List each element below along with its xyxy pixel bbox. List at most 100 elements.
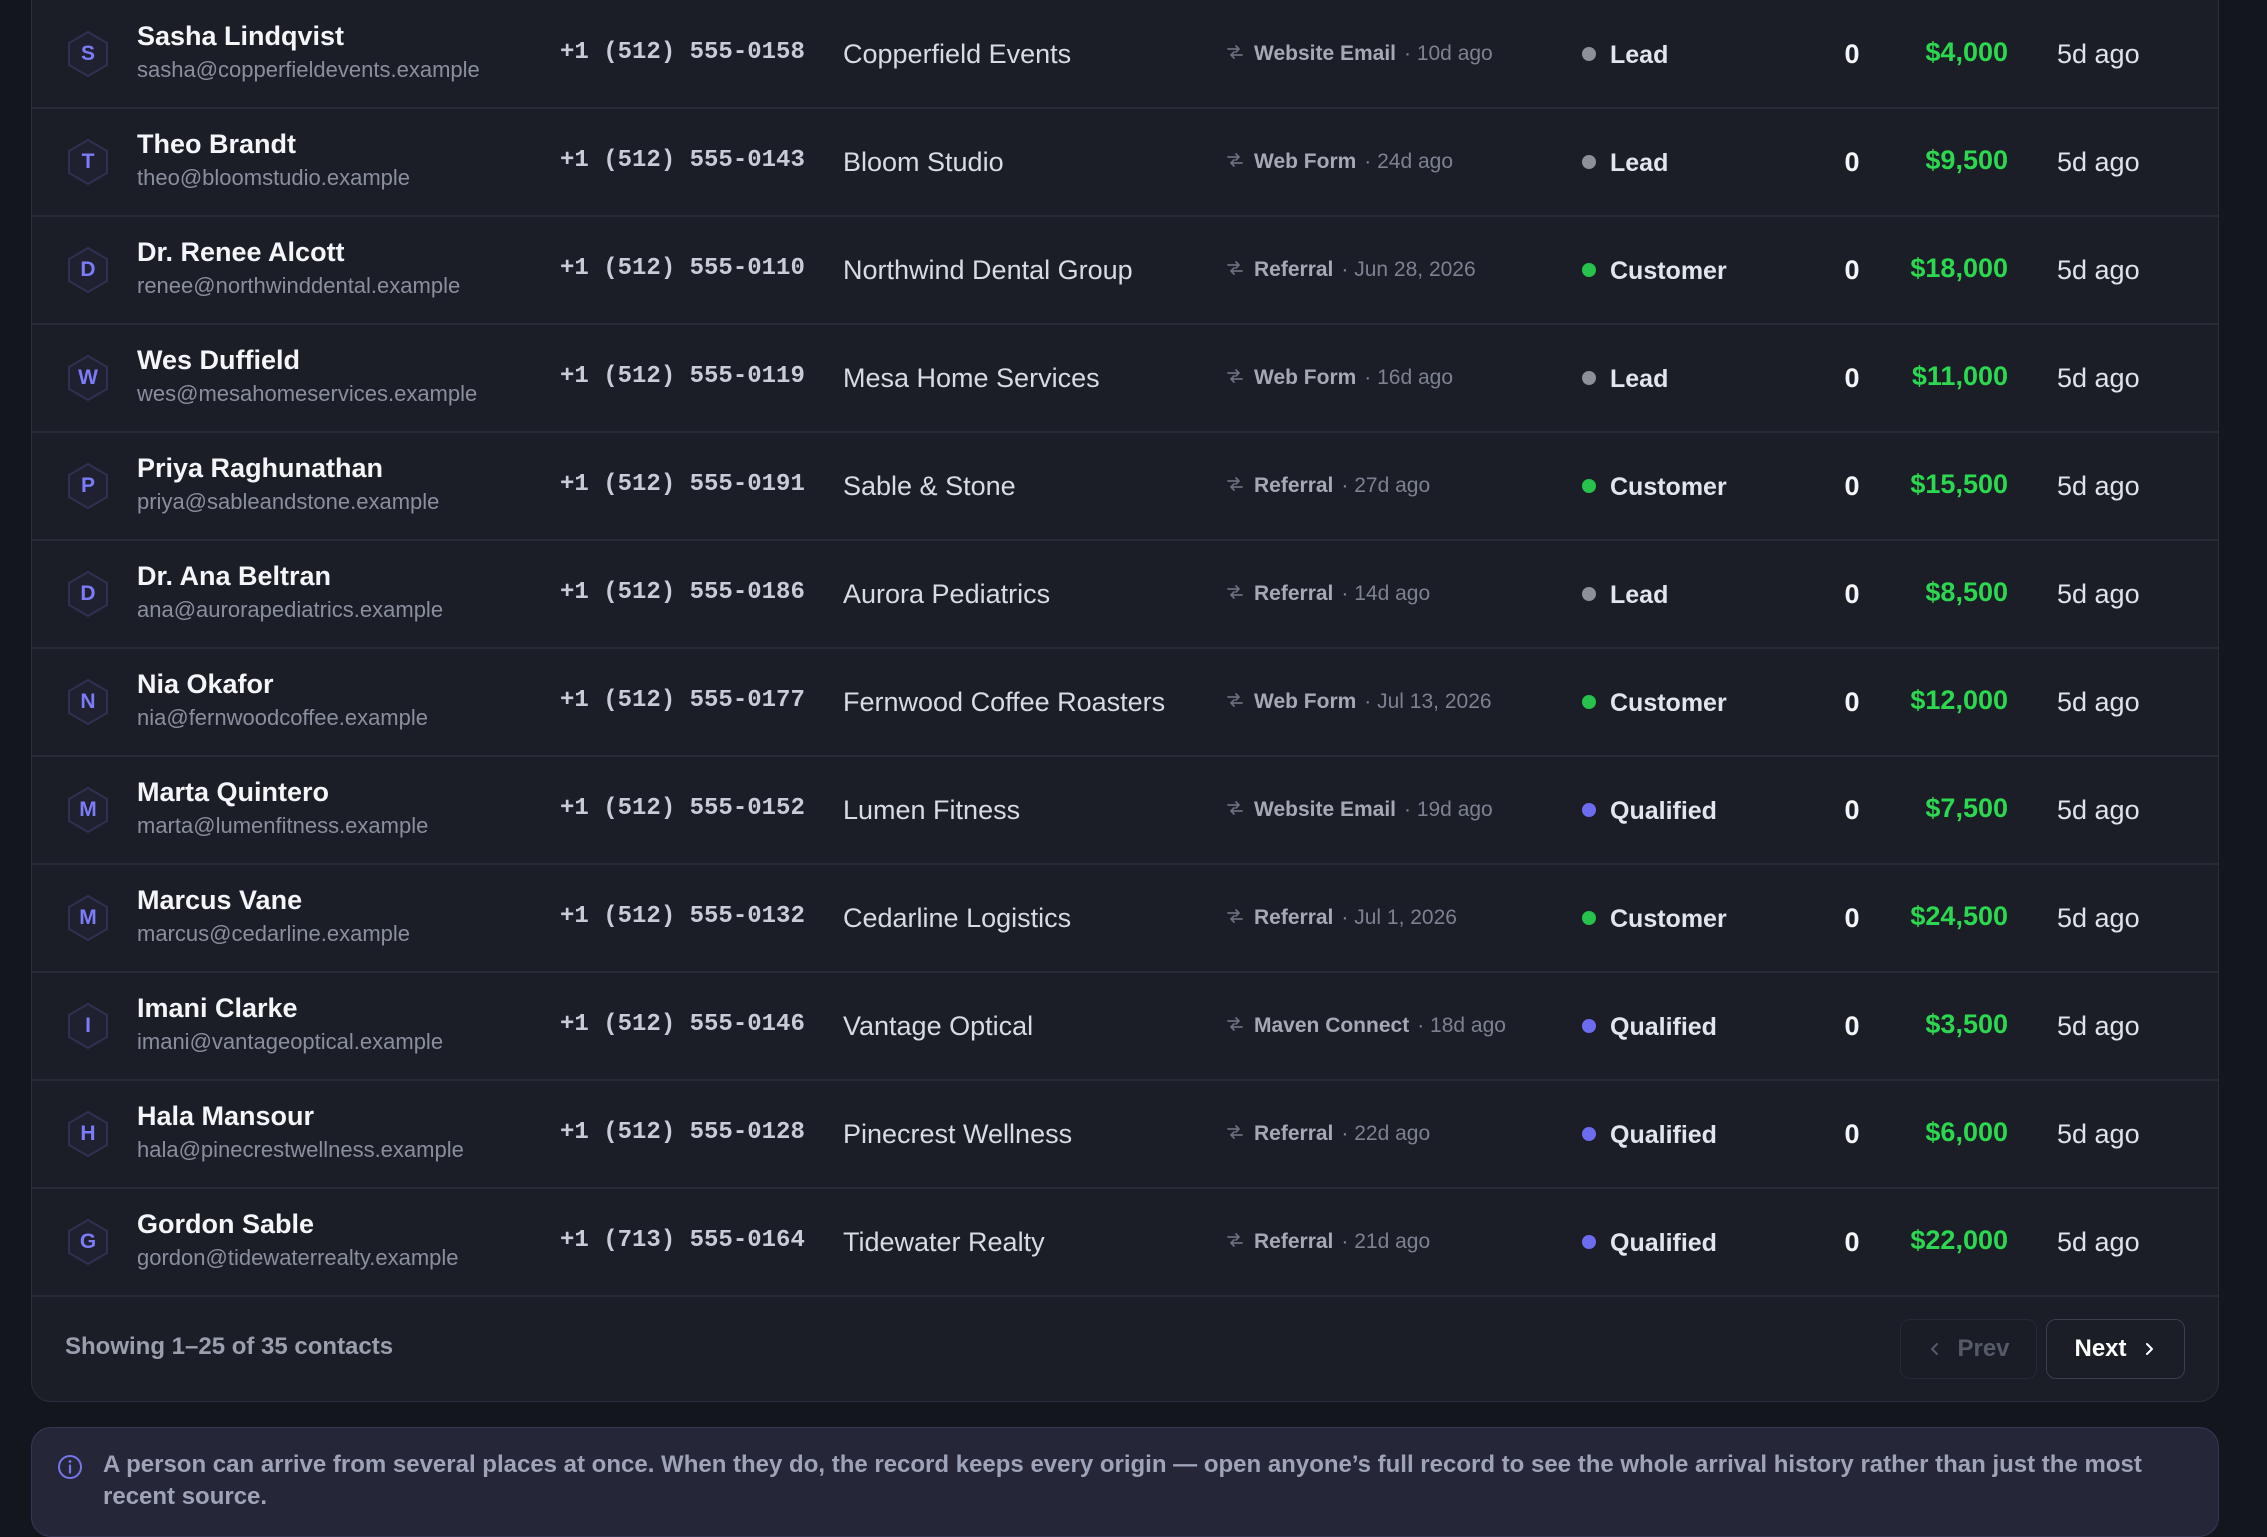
source-name: Referral bbox=[1254, 582, 1334, 605]
status-label: Qualified bbox=[1610, 1121, 1717, 1149]
contact-value: $12,000 bbox=[1910, 685, 2008, 715]
source-arrows-icon bbox=[1227, 369, 1243, 383]
status-label: Lead bbox=[1610, 581, 1669, 609]
info-notice: A person can arrive from several places … bbox=[31, 1427, 2219, 1537]
contact-value: $3,500 bbox=[1925, 1009, 2008, 1039]
contact-phone: +1 (713) 555-0164 bbox=[560, 1227, 805, 1254]
contact-count: 0 bbox=[1844, 39, 1860, 69]
contact-name[interactable]: Nia Okafor bbox=[137, 669, 274, 700]
avatar-initial: H bbox=[80, 1122, 96, 1145]
table-row[interactable]: I Imani Clarke imani@vantageoptical.exam… bbox=[32, 973, 2218, 1081]
contact-source: Referral · 22d ago bbox=[1224, 1121, 1430, 1146]
contact-name[interactable]: Priya Raghunathan bbox=[137, 453, 383, 484]
contact-updated: 5d ago bbox=[2057, 39, 2140, 69]
contact-email: priya@sableandstone.example bbox=[137, 489, 440, 514]
contact-updated: 5d ago bbox=[2057, 147, 2140, 177]
avatar-initial: M bbox=[79, 798, 97, 821]
contact-company: Fernwood Coffee Roasters bbox=[843, 687, 1166, 717]
table-row[interactable]: D Dr. Ana Beltran ana@aurorapediatrics.e… bbox=[32, 541, 2218, 649]
contact-value: $15,500 bbox=[1910, 469, 2008, 499]
avatar: M bbox=[62, 892, 114, 944]
contact-name[interactable]: Marcus Vane bbox=[137, 885, 302, 916]
contact-name[interactable]: Marta Quintero bbox=[137, 777, 329, 808]
avatar-initial: T bbox=[81, 150, 95, 173]
table-row[interactable]: H Hala Mansour hala@pinecrestwellness.ex… bbox=[32, 1081, 2218, 1189]
source-arrows-icon bbox=[1227, 1125, 1243, 1139]
contact-phone: +1 (512) 555-0128 bbox=[560, 1119, 805, 1146]
status-badge: Qualified bbox=[1582, 1013, 1717, 1042]
status-dot bbox=[1582, 803, 1596, 817]
contact-source: Referral · 14d ago bbox=[1224, 581, 1430, 606]
contact-source: Referral · Jul 1, 2026 bbox=[1224, 905, 1457, 930]
contact-name[interactable]: Dr. Ana Beltran bbox=[137, 561, 331, 592]
contact-company: Northwind Dental Group bbox=[843, 255, 1133, 285]
prev-page-label: Prev bbox=[1957, 1335, 2010, 1362]
table-row[interactable]: P Priya Raghunathan priya@sableandstone.… bbox=[32, 433, 2218, 541]
source-arrows-icon bbox=[1227, 153, 1243, 167]
table-row[interactable]: S Sasha Lindqvist sasha@copperfieldevent… bbox=[32, 1, 2218, 109]
source-arrows-icon bbox=[1227, 909, 1243, 923]
chevron-left-icon bbox=[1931, 1343, 1939, 1355]
contact-name[interactable]: Hala Mansour bbox=[137, 1101, 314, 1132]
avatar: D bbox=[62, 244, 114, 296]
source-name: Referral bbox=[1254, 1230, 1334, 1253]
avatar-initial: M bbox=[79, 906, 97, 929]
contact-name[interactable]: Imani Clarke bbox=[137, 993, 298, 1024]
contact-company: Copperfield Events bbox=[843, 39, 1072, 69]
avatar: I bbox=[62, 1000, 114, 1052]
contact-company: Mesa Home Services bbox=[843, 363, 1100, 393]
contact-company: Aurora Pediatrics bbox=[843, 579, 1051, 609]
source-time: · 27d ago bbox=[1341, 474, 1431, 497]
contact-source: Referral · 21d ago bbox=[1224, 1229, 1430, 1254]
contact-source: Web Form · Jul 13, 2026 bbox=[1224, 689, 1492, 714]
source-time: · 24d ago bbox=[1364, 150, 1454, 173]
contact-count: 0 bbox=[1844, 147, 1860, 177]
avatar-initial: D bbox=[80, 582, 96, 605]
contact-email: ana@aurorapediatrics.example bbox=[137, 597, 444, 622]
contact-name[interactable]: Sasha Lindqvist bbox=[137, 21, 344, 52]
avatar: M bbox=[62, 784, 114, 836]
status-dot bbox=[1582, 1235, 1596, 1249]
status-dot bbox=[1582, 47, 1596, 61]
status-label: Customer bbox=[1610, 257, 1727, 285]
avatar: D bbox=[62, 568, 114, 620]
contact-name[interactable]: Dr. Renee Alcott bbox=[137, 237, 345, 268]
avatar-initial: P bbox=[80, 474, 95, 497]
status-label: Customer bbox=[1610, 905, 1727, 933]
source-name: Maven Connect bbox=[1254, 1014, 1410, 1037]
prev-page-button[interactable]: Prev bbox=[1900, 1319, 2037, 1379]
table-row[interactable]: D Dr. Renee Alcott renee@northwinddental… bbox=[32, 217, 2218, 325]
chevron-right-icon bbox=[2145, 1343, 2153, 1355]
contact-name[interactable]: Gordon Sable bbox=[137, 1209, 314, 1240]
contact-name[interactable]: Wes Duffield bbox=[137, 345, 300, 376]
source-name: Website Email bbox=[1254, 42, 1396, 65]
next-page-button[interactable]: Next bbox=[2046, 1319, 2185, 1379]
table-footer: Showing 1–25 of 35 contacts Prev Next bbox=[32, 1293, 2218, 1401]
contact-source: Maven Connect · 18d ago bbox=[1224, 1013, 1506, 1038]
contact-phone: +1 (512) 555-0177 bbox=[560, 687, 805, 714]
source-arrows-icon bbox=[1227, 801, 1243, 815]
source-arrows-icon bbox=[1227, 45, 1243, 59]
info-icon bbox=[58, 1455, 82, 1479]
contact-name[interactable]: Theo Brandt bbox=[137, 129, 296, 160]
contact-count: 0 bbox=[1844, 579, 1860, 609]
source-name: Referral bbox=[1254, 906, 1334, 929]
contact-value: $6,000 bbox=[1925, 1117, 2008, 1147]
source-time: · 22d ago bbox=[1341, 1122, 1431, 1145]
contact-count: 0 bbox=[1844, 795, 1860, 825]
contact-updated: 5d ago bbox=[2057, 471, 2140, 501]
contact-updated: 5d ago bbox=[2057, 795, 2140, 825]
table-row[interactable]: T Theo Brandt theo@bloomstudio.example +… bbox=[32, 109, 2218, 217]
table-row[interactable]: M Marcus Vane marcus@cedarline.example +… bbox=[32, 865, 2218, 973]
table-row[interactable]: M Marta Quintero marta@lumenfitness.exam… bbox=[32, 757, 2218, 865]
contact-company: Bloom Studio bbox=[843, 147, 1004, 177]
contact-updated: 5d ago bbox=[2057, 579, 2140, 609]
status-dot bbox=[1582, 155, 1596, 169]
status-label: Qualified bbox=[1610, 1229, 1717, 1257]
table-row[interactable]: G Gordon Sable gordon@tidewaterrealty.ex… bbox=[32, 1189, 2218, 1297]
source-arrows-icon bbox=[1227, 261, 1243, 275]
contact-company: Cedarline Logistics bbox=[843, 903, 1072, 933]
table-row[interactable]: N Nia Okafor nia@fernwoodcoffee.example … bbox=[32, 649, 2218, 757]
table-row[interactable]: W Wes Duffield wes@mesahomeservices.exam… bbox=[32, 325, 2218, 433]
contacts-table-panel: S Sasha Lindqvist sasha@copperfieldevent… bbox=[31, 0, 2219, 1402]
